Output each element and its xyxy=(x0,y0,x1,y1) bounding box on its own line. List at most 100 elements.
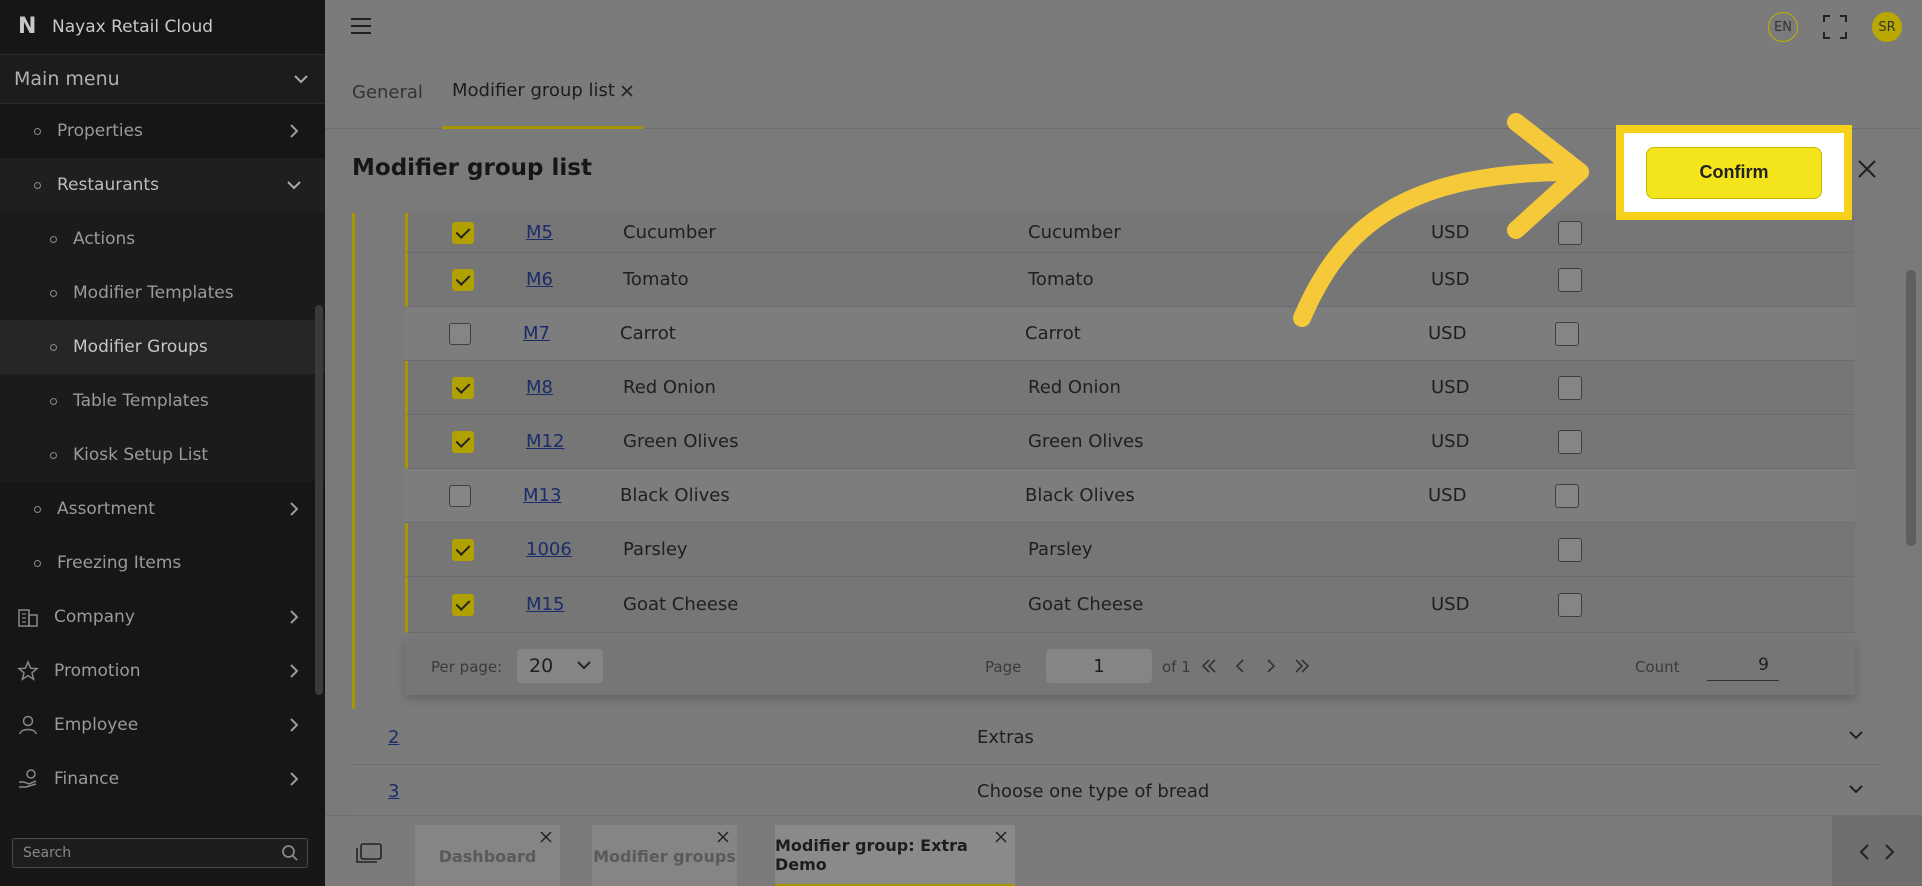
modifier-code-link[interactable]: 1006 xyxy=(526,539,572,560)
content-scrollbar[interactable] xyxy=(1906,270,1916,546)
next-page-icon[interactable] xyxy=(1262,657,1280,675)
row-checkbox[interactable] xyxy=(449,484,471,507)
person-icon xyxy=(16,714,40,736)
windows-icon[interactable] xyxy=(355,842,383,864)
bullet-icon xyxy=(50,289,57,297)
row-checkbox[interactable] xyxy=(452,538,474,561)
row-checkbox[interactable] xyxy=(452,430,474,453)
row-checkbox[interactable] xyxy=(449,322,471,345)
table-row: M15 Goat Cheese Goat Cheese USD xyxy=(405,577,1855,633)
per-page-select[interactable]: 20 xyxy=(517,649,603,683)
row-option-checkbox[interactable] xyxy=(1558,429,1582,454)
row-checkbox[interactable] xyxy=(452,376,474,399)
annotation-arrow-icon xyxy=(1293,113,1589,327)
chevron-down-icon xyxy=(294,75,308,84)
sidebar-item-table-templates[interactable]: Table Templates xyxy=(0,374,325,428)
row-option-checkbox[interactable] xyxy=(1558,375,1582,400)
sidebar-item-employee[interactable]: Employee xyxy=(0,698,325,752)
group-name: Extras xyxy=(977,727,1034,748)
bottom-tab-label: Dashboard xyxy=(438,846,537,866)
bottom-tab-modifier-group-extra-demo[interactable]: Modifier group: Extra Demo xyxy=(775,825,1015,886)
modifier-code-link[interactable]: M6 xyxy=(526,269,553,290)
user-avatar[interactable]: SR xyxy=(1872,12,1902,42)
chevron-down-icon[interactable] xyxy=(1848,730,1864,740)
sidebar-item-restaurants[interactable]: Restaurants xyxy=(0,158,325,212)
bullet-icon xyxy=(50,451,57,459)
group-number-link[interactable]: 3 xyxy=(388,781,399,802)
bullet-icon xyxy=(50,397,57,405)
sidebar-item-finance[interactable]: Finance xyxy=(0,752,325,806)
row-option-checkbox[interactable] xyxy=(1555,483,1579,508)
prev-page-icon[interactable] xyxy=(1231,657,1249,675)
chevron-right-icon xyxy=(290,124,299,138)
modifier-code-link[interactable]: M15 xyxy=(526,594,564,615)
sidebar-item-label: Promotion xyxy=(54,661,141,681)
modifier-code-link[interactable]: M13 xyxy=(523,485,561,506)
chevron-right-icon xyxy=(290,610,299,624)
bottom-tab-dashboard[interactable]: Dashboard xyxy=(415,825,560,886)
modifier-code-link[interactable]: M5 xyxy=(526,222,553,243)
group-name: Choose one type of bread xyxy=(977,781,1210,802)
sidebar-item-properties[interactable]: Properties xyxy=(0,104,325,158)
close-icon[interactable] xyxy=(540,831,552,843)
hamburger-menu-icon[interactable] xyxy=(351,18,371,34)
main-menu-label: Main menu xyxy=(14,68,120,90)
sidebar-item-label: Employee xyxy=(54,715,139,735)
sidebar-item-label: Restaurants xyxy=(57,175,159,195)
sidebar-item-promotion[interactable]: Promotion xyxy=(0,644,325,698)
chevron-down-icon[interactable] xyxy=(1848,784,1864,794)
modifier-code-link[interactable]: M12 xyxy=(526,431,564,452)
table-row: M6 Tomato Tomato USD xyxy=(405,253,1855,307)
modifier-group-row[interactable]: 2 Extras xyxy=(352,711,1882,765)
row-option-checkbox[interactable] xyxy=(1558,592,1582,617)
row-checkbox[interactable] xyxy=(452,268,474,291)
bullet-icon xyxy=(34,127,41,135)
bullet-icon xyxy=(50,343,57,351)
fullscreen-icon[interactable] xyxy=(1822,14,1848,40)
close-icon[interactable] xyxy=(995,831,1007,843)
bottom-tab-modifier-groups[interactable]: Modifier groups xyxy=(592,825,737,886)
bullet-icon xyxy=(34,181,41,189)
sidebar-item-freezing-items[interactable]: Freezing Items xyxy=(0,536,325,590)
last-page-icon[interactable] xyxy=(1293,657,1311,675)
modifier-group-row[interactable]: 3 Choose one type of bread xyxy=(352,765,1882,815)
page-label: Page xyxy=(985,658,1022,676)
sidebar-item-company[interactable]: Company xyxy=(0,590,325,644)
main-content: Modifier group list M5 Cucumber Cucumber… xyxy=(325,129,1922,815)
sidebar-item-modifier-groups[interactable]: Modifier Groups xyxy=(0,320,325,374)
sidebar-item-kiosk-setup-list[interactable]: Kiosk Setup List xyxy=(0,428,325,482)
chevron-right-icon xyxy=(290,718,299,732)
language-selector[interactable]: EN xyxy=(1768,12,1798,42)
modifier-code-link[interactable]: M8 xyxy=(526,377,553,398)
app-title: Nayax Retail Cloud xyxy=(52,17,214,37)
modifier-name: Black Olives xyxy=(620,485,730,506)
sidebar-item-label: Company xyxy=(54,607,135,627)
sidebar-search-input[interactable]: Search xyxy=(12,838,308,868)
modifier-code-link[interactable]: M7 xyxy=(523,323,550,344)
row-checkbox[interactable] xyxy=(452,221,474,244)
page-number-input[interactable]: 1 xyxy=(1046,649,1152,683)
sidebar-item-label: Freezing Items xyxy=(57,553,182,573)
close-icon[interactable] xyxy=(621,84,633,97)
row-checkbox[interactable] xyxy=(452,593,474,616)
bottom-tab-navigation xyxy=(1832,816,1922,886)
group-number-link[interactable]: 2 xyxy=(388,727,399,748)
sidebar-item-assortment[interactable]: Assortment xyxy=(0,482,325,536)
bullet-icon xyxy=(34,505,41,513)
sidebar-item-actions[interactable]: Actions xyxy=(0,212,325,266)
chevron-right-icon[interactable] xyxy=(1884,843,1896,861)
sidebar-item-modifier-templates[interactable]: Modifier Templates xyxy=(0,266,325,320)
tab-general[interactable]: General xyxy=(352,55,423,129)
first-page-icon[interactable] xyxy=(1200,657,1218,675)
close-icon[interactable] xyxy=(1855,157,1879,181)
row-option-checkbox[interactable] xyxy=(1558,537,1582,562)
modifier-display-name: Red Onion xyxy=(1028,377,1121,398)
confirm-button[interactable]: Confirm xyxy=(1646,146,1822,199)
main-menu-toggle[interactable]: Main menu xyxy=(0,54,325,104)
close-icon[interactable] xyxy=(717,831,729,843)
table-row: M13 Black Olives Black Olives USD xyxy=(405,469,1855,523)
sidebar-scrollbar[interactable] xyxy=(315,305,323,695)
tab-modifier-group-list[interactable]: Modifier group list xyxy=(442,55,643,129)
chevron-right-icon xyxy=(290,664,299,678)
chevron-left-icon[interactable] xyxy=(1858,843,1870,861)
